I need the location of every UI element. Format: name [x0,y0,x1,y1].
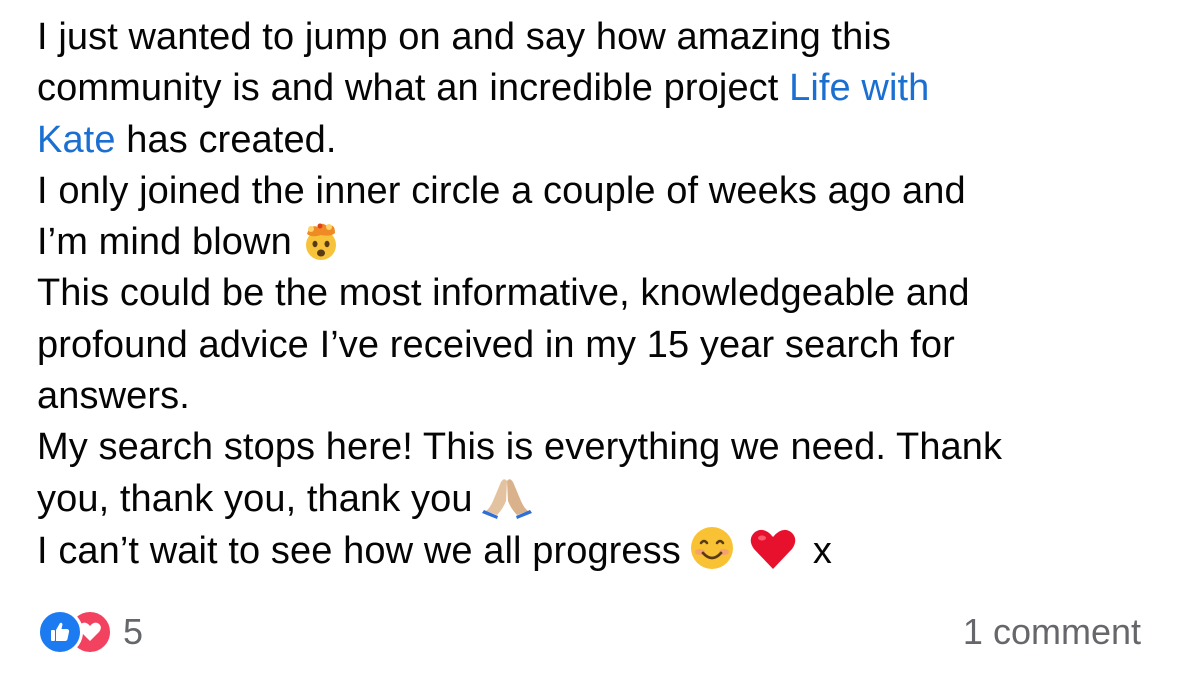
post-line: I only joined the inner circle a couple … [37,169,966,212]
mention-link-life-with-kate-cont[interactable]: Kate [37,119,116,161]
smiling-face-emoji [689,525,735,585]
post-text: I can’t wait to see how we all progress [37,529,681,572]
red-heart-emoji [749,527,797,585]
post-body: I just wanted to jump on and say how ama… [37,12,1157,576]
post-line: I’m mind blown [37,217,1157,268]
post-line: Kate has created. [37,115,1157,166]
post-line: profound advice I’ve received in my 15 y… [37,323,955,366]
post-line: answers. [37,375,190,418]
post-line: I can’t wait to see how we all progress … [37,525,1157,576]
sign-off-text: x [812,529,832,572]
post-text: I’m mind blown [37,221,292,264]
mention-link-life-with-kate[interactable]: Life with [789,67,929,109]
post-line: you, thank you, thank you [37,474,1157,525]
like-icon [37,609,83,655]
post-line: My search stops here! This is everything… [37,426,1003,469]
reactions-summary[interactable]: 5 [37,609,143,655]
post-text: has created. [115,118,337,161]
post-line: community is and what an incredible proj… [37,63,1157,114]
post-text: you, thank you, thank you [37,477,473,520]
comments-link[interactable]: 1 comment [963,611,1141,653]
post-line: I just wanted to jump on and say how ama… [37,16,892,58]
reaction-count: 5 [123,611,144,652]
post-text: community is and what an incredible proj… [37,67,790,110]
post-footer: 5 1 comment [37,606,1141,658]
post-line: This could be the most informative, know… [37,272,970,315]
